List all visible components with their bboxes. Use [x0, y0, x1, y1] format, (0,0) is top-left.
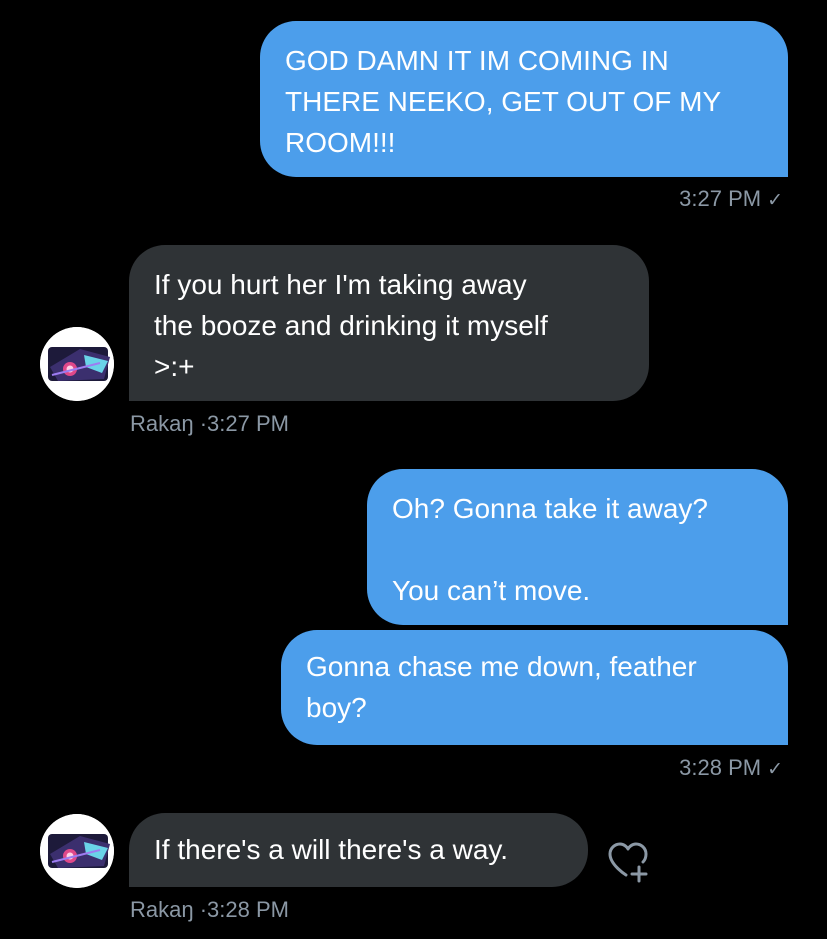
sent-message-bubble[interactable]: Oh? Gonna take it away? You can’t move. — [367, 469, 788, 625]
checkmark-icon: ✓ — [767, 190, 783, 211]
timestamp-text: 3:28 PM — [207, 897, 289, 922]
message-sender-meta: Rakaŋ ·3:28 PM — [130, 897, 289, 923]
timestamp-text: 3:27 PM — [679, 186, 762, 211]
avatar-image — [40, 327, 114, 401]
sent-message-bubble[interactable]: Gonna chase me down, feather boy? — [281, 630, 788, 745]
message-sender-meta: Rakaŋ ·3:27 PM — [130, 411, 289, 437]
message-timestamp: 3:28 PM ✓ — [679, 755, 783, 781]
avatar-image — [40, 814, 114, 888]
meta-separator: · — [199, 411, 208, 436]
sender-name[interactable]: Rakaŋ — [130, 411, 194, 436]
received-message-bubble[interactable]: If you hurt her I'm taking away the booz… — [129, 245, 649, 401]
meta-separator: · — [199, 897, 208, 922]
timestamp-text: 3:28 PM — [679, 755, 762, 780]
heart-plus-icon[interactable] — [606, 838, 654, 886]
received-message-bubble[interactable]: If there's a will there's a way. — [129, 813, 588, 887]
checkmark-icon: ✓ — [767, 759, 783, 780]
sender-name[interactable]: Rakaŋ — [130, 897, 194, 922]
avatar[interactable] — [40, 327, 114, 401]
sent-message-bubble[interactable]: GOD DAMN IT IM COMING IN THERE NEEKO, GE… — [260, 21, 788, 177]
avatar[interactable] — [40, 814, 114, 888]
message-timestamp: 3:27 PM ✓ — [679, 186, 783, 212]
dm-conversation: GOD DAMN IT IM COMING IN THERE NEEKO, GE… — [0, 0, 827, 939]
timestamp-text: 3:27 PM — [207, 411, 289, 436]
